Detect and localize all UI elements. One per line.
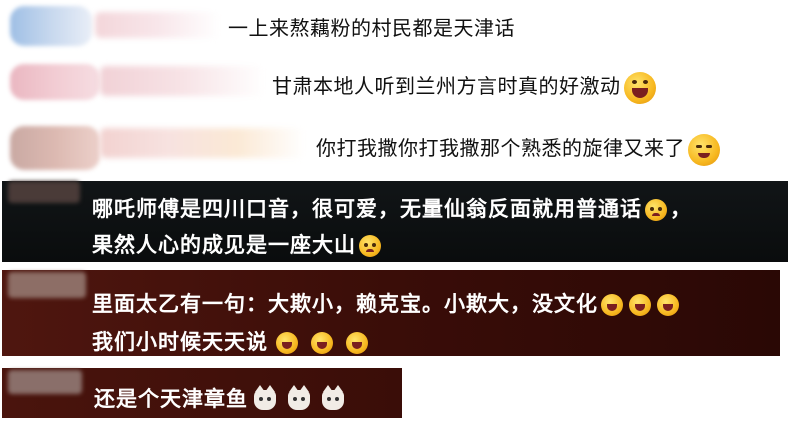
laugh-cry-emoji xyxy=(657,294,679,316)
laugh-emoji xyxy=(623,71,656,104)
username-blurred xyxy=(95,12,220,38)
comment-line-2: 我们小时候天天说 xyxy=(92,326,371,356)
laugh-cry-emoji xyxy=(276,332,298,354)
avatar xyxy=(8,370,82,394)
sad-emoji xyxy=(359,235,381,257)
comment-line-1: 里面太乙有一句：大欺小，赖克宝。小欺大，没文化 xyxy=(92,288,682,318)
laugh-cry-emoji xyxy=(629,294,651,316)
comment-text: 还是个天津章鱼 xyxy=(94,383,350,413)
avatar xyxy=(10,6,92,46)
avatar xyxy=(10,126,100,170)
laugh-cry-emoji xyxy=(601,294,623,316)
laugh-cry-emoji xyxy=(346,332,368,354)
comment-text: 甘肃本地人听到兰州方言时真的好激动 xyxy=(272,70,659,104)
username-blurred xyxy=(100,66,265,96)
avatar xyxy=(10,64,100,100)
sad-emoji xyxy=(645,199,667,221)
comment-4: 哪吒师傅是四川口音，很可爱，无量仙翁反面就用普通话， 果然人心的成见是一座大山 xyxy=(2,181,788,262)
cat-emoji xyxy=(254,385,276,410)
comment-line-2: 果然人心的成见是一座大山 xyxy=(92,229,384,259)
comment-text: 你打我撒你打我撒那个熟悉的旋律又来了 xyxy=(316,132,723,166)
comment-text: 一上来熬藕粉的村民都是天津话 xyxy=(228,16,515,40)
comment-2: 甘肃本地人听到兰州方言时真的好激动 xyxy=(0,58,700,106)
username-blurred xyxy=(100,128,305,158)
cat-emoji xyxy=(322,385,344,410)
avatar xyxy=(8,272,86,298)
comment-6: 还是个天津章鱼 xyxy=(2,368,402,418)
comment-3: 你打我撒你打我撒那个熟悉的旋律又来了 xyxy=(0,118,780,174)
comment-text-body: 你打我撒你打我撒那个熟悉的旋律又来了 xyxy=(316,136,685,160)
comment-text-body: 甘肃本地人听到兰州方言时真的好激动 xyxy=(272,74,621,98)
laugh-cry-emoji xyxy=(311,332,333,354)
cat-emoji xyxy=(288,385,310,410)
comment-line-1: 哪吒师傅是四川口音，很可爱，无量仙翁反面就用普通话， xyxy=(92,197,692,221)
avatar xyxy=(8,181,80,203)
smile-emoji xyxy=(688,133,720,166)
comment-1: 一上来熬藕粉的村民都是天津话 xyxy=(0,0,560,50)
comment-5: 里面太乙有一句：大欺小，赖克宝。小欺大，没文化 我们小时候天天说 xyxy=(2,270,780,356)
